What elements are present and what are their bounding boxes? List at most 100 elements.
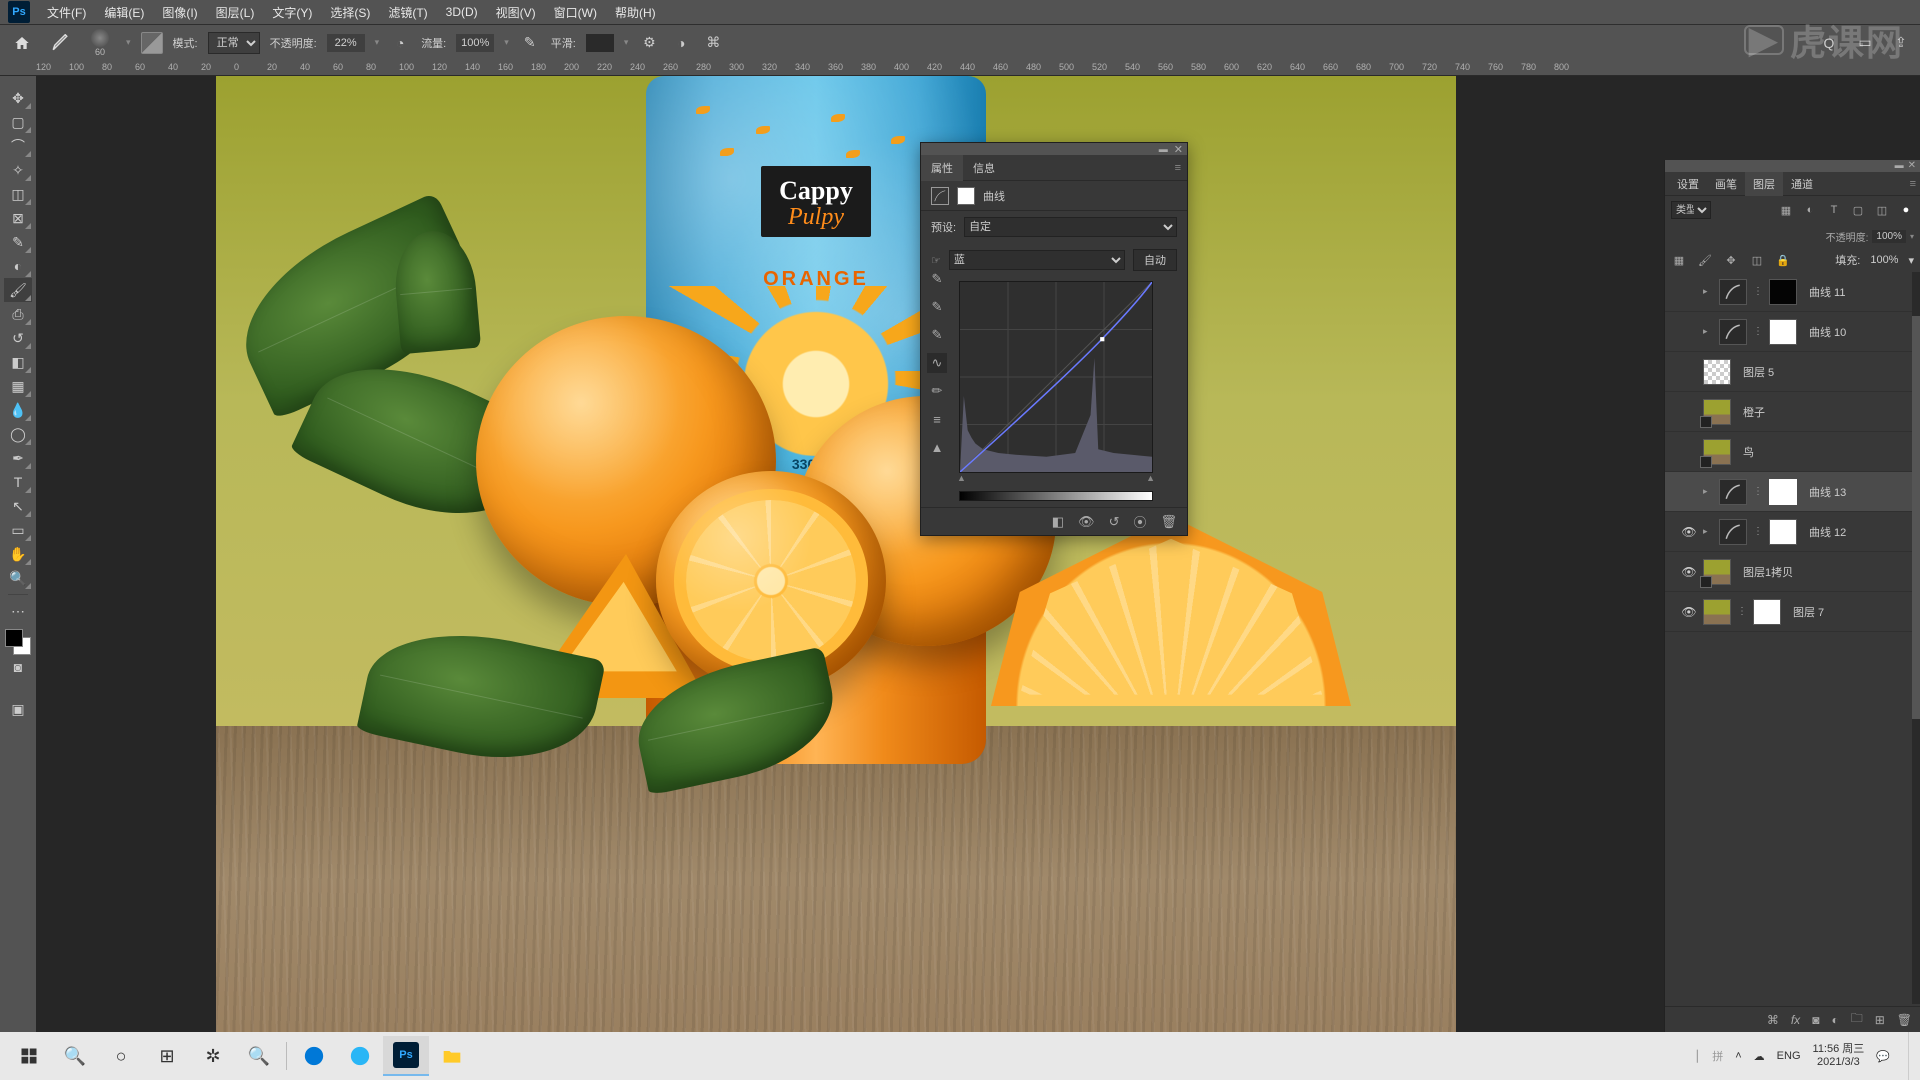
start-button[interactable]: [6, 1036, 52, 1076]
curve-options-icon[interactable]: ≡: [927, 409, 947, 429]
pressure-opacity-icon[interactable]: ◔: [389, 32, 411, 54]
layer-mask-thumbnail[interactable]: [1769, 479, 1797, 505]
filter-type-icon[interactable]: T: [1826, 202, 1842, 218]
chevron-down-icon[interactable]: ▾: [624, 37, 629, 48]
layer-thumbnail[interactable]: [1703, 359, 1731, 385]
visibility-toggle[interactable]: 👁: [1681, 525, 1697, 539]
layer-name[interactable]: 曲线 12: [1809, 524, 1846, 540]
tray-onedrive-icon[interactable]: ☁: [1754, 1050, 1765, 1063]
link-icon[interactable]: ⋮: [1737, 606, 1747, 617]
add-mask-icon[interactable]: ◙: [1812, 1013, 1819, 1027]
new-group-icon[interactable]: 🗀: [1851, 1009, 1863, 1030]
curves-graph[interactable]: [959, 281, 1153, 473]
smart-object-thumbnail[interactable]: [1703, 399, 1731, 425]
layer-name[interactable]: 曲线 13: [1809, 484, 1846, 500]
taskbar-app-browser[interactable]: [337, 1036, 383, 1076]
tray-notifications-icon[interactable]: 💬: [1876, 1050, 1890, 1063]
layer-row[interactable]: ▸⋮曲线 11: [1665, 272, 1912, 312]
curve-draw-icon[interactable]: ✏: [927, 381, 947, 401]
layer-mask-thumbnail[interactable]: [1753, 599, 1781, 625]
layer-row[interactable]: 👁图层1拷贝: [1665, 552, 1912, 592]
taskbar-app-explorer[interactable]: [429, 1036, 475, 1076]
collapse-icon[interactable]: ▬: [1159, 144, 1168, 154]
panel-menu-icon[interactable]: ≡: [1175, 162, 1187, 174]
layer-row[interactable]: 鸟: [1665, 432, 1912, 472]
opacity-input[interactable]: [327, 34, 365, 52]
adjustment-thumbnail[interactable]: [1719, 319, 1747, 345]
menu-select[interactable]: 选择(S): [321, 0, 379, 24]
layer-filter-kind[interactable]: 类型: [1671, 201, 1711, 219]
layers-list[interactable]: ▸⋮曲线 11▸⋮曲线 10图层 5橙子鸟▸⋮曲线 13👁▸⋮曲线 12👁图层1…: [1665, 272, 1912, 1004]
zoom-tool[interactable]: 🔍: [4, 566, 32, 590]
blur-tool[interactable]: 💧: [4, 398, 32, 422]
rectangle-tool[interactable]: ▭: [4, 518, 32, 542]
eraser-tool[interactable]: ◧: [4, 350, 32, 374]
menu-layer[interactable]: 图层(L): [207, 0, 264, 24]
crop-tool[interactable]: ◫: [4, 182, 32, 206]
delete-adjustment-icon[interactable]: 🗑: [1160, 514, 1177, 530]
tray-expand-icon[interactable]: ˄: [1735, 1050, 1741, 1062]
tab-layers[interactable]: 图层: [1745, 172, 1783, 196]
adjustment-thumbnail[interactable]: [1719, 279, 1747, 305]
flow-input[interactable]: [456, 34, 494, 52]
layer-name[interactable]: 曲线 10: [1809, 324, 1846, 340]
expand-icon[interactable]: ▸: [1703, 286, 1713, 297]
hand-tool[interactable]: ✋: [4, 542, 32, 566]
layer-mask-thumbnail[interactable]: [1769, 319, 1797, 345]
taskbar-app-photoshop[interactable]: Ps: [383, 1036, 429, 1076]
home-button[interactable]: [8, 29, 36, 57]
link-icon[interactable]: ⋮: [1753, 526, 1763, 537]
menu-type[interactable]: 文字(Y): [263, 0, 321, 24]
lock-pixel-icon[interactable]: 🖌: [1697, 252, 1713, 268]
smart-object-thumbnail[interactable]: [1703, 439, 1731, 465]
pen-tool[interactable]: ✒: [4, 446, 32, 470]
filter-smart-icon[interactable]: ◫: [1874, 202, 1890, 218]
document-canvas[interactable]: Cappy Pulpy ORANGE 330 mL: [216, 76, 1456, 1032]
new-layer-icon[interactable]: ⊞: [1875, 1013, 1885, 1027]
close-icon[interactable]: ✕: [1174, 143, 1183, 156]
fill-value[interactable]: 100%: [1870, 254, 1898, 266]
channel-select[interactable]: 蓝: [949, 250, 1125, 270]
channel-hand-icon[interactable]: ☞: [931, 254, 941, 267]
collapse-icon[interactable]: ▬: [1895, 160, 1904, 172]
layer-name[interactable]: 图层 7: [1793, 604, 1824, 620]
expand-icon[interactable]: ▸: [1703, 326, 1713, 337]
link-icon[interactable]: ⋮: [1753, 286, 1763, 297]
brush-size-picker[interactable]: 60: [84, 29, 116, 57]
eyedropper-tool[interactable]: ✎: [4, 230, 32, 254]
tab-properties[interactable]: 属性: [921, 155, 963, 181]
layer-name[interactable]: 鸟: [1743, 444, 1754, 460]
menu-window[interactable]: 窗口(W): [545, 0, 606, 24]
output-gradient[interactable]: [959, 491, 1153, 501]
settings-gear-icon[interactable]: ⚙: [638, 32, 660, 54]
history-brush-tool[interactable]: ↺: [4, 326, 32, 350]
layer-row[interactable]: ▸⋮曲线 13: [1665, 472, 1912, 512]
mask-icon[interactable]: [957, 187, 975, 205]
chevron-down-icon[interactable]: ▾: [375, 37, 380, 48]
layer-row[interactable]: 👁▸⋮曲线 12: [1665, 512, 1912, 552]
tablet-pressure-icon[interactable]: [141, 32, 163, 54]
filter-shape-icon[interactable]: ▢: [1850, 202, 1866, 218]
airbrush-icon[interactable]: ✎: [519, 32, 541, 54]
photoshop-logo[interactable]: Ps: [8, 1, 30, 23]
show-desktop-button[interactable]: [1908, 1032, 1914, 1080]
layer-name[interactable]: 橙子: [1743, 404, 1765, 420]
layer-name[interactable]: 图层 5: [1743, 364, 1774, 380]
clone-stamp-tool[interactable]: ⎙: [4, 302, 32, 326]
layer-mask-thumbnail[interactable]: [1769, 279, 1797, 305]
new-adjustment-icon[interactable]: ◐: [1831, 1013, 1838, 1027]
tray-clock[interactable]: 11:56 周三 2021/3/3: [1813, 1043, 1865, 1069]
layer-row[interactable]: 👁⋮图层 7: [1665, 592, 1912, 632]
menu-filter[interactable]: 滤镜(T): [379, 0, 436, 24]
scrollbar[interactable]: [1912, 272, 1920, 1004]
menu-help[interactable]: 帮助(H): [606, 0, 665, 24]
edit-toolbar[interactable]: ⋯: [4, 599, 32, 623]
tool-preset-icon[interactable]: [46, 29, 74, 57]
screen-mode-icon[interactable]: ▣: [4, 697, 32, 721]
curve-edit-icon[interactable]: ∿: [927, 353, 947, 373]
eyedropper-gray-icon[interactable]: ✎: [927, 297, 947, 317]
path-select-tool[interactable]: ↖: [4, 494, 32, 518]
filter-adjustment-icon[interactable]: ◐: [1802, 202, 1818, 218]
spot-heal-tool[interactable]: ◐: [4, 254, 32, 278]
link-icon[interactable]: ⋮: [1753, 486, 1763, 497]
